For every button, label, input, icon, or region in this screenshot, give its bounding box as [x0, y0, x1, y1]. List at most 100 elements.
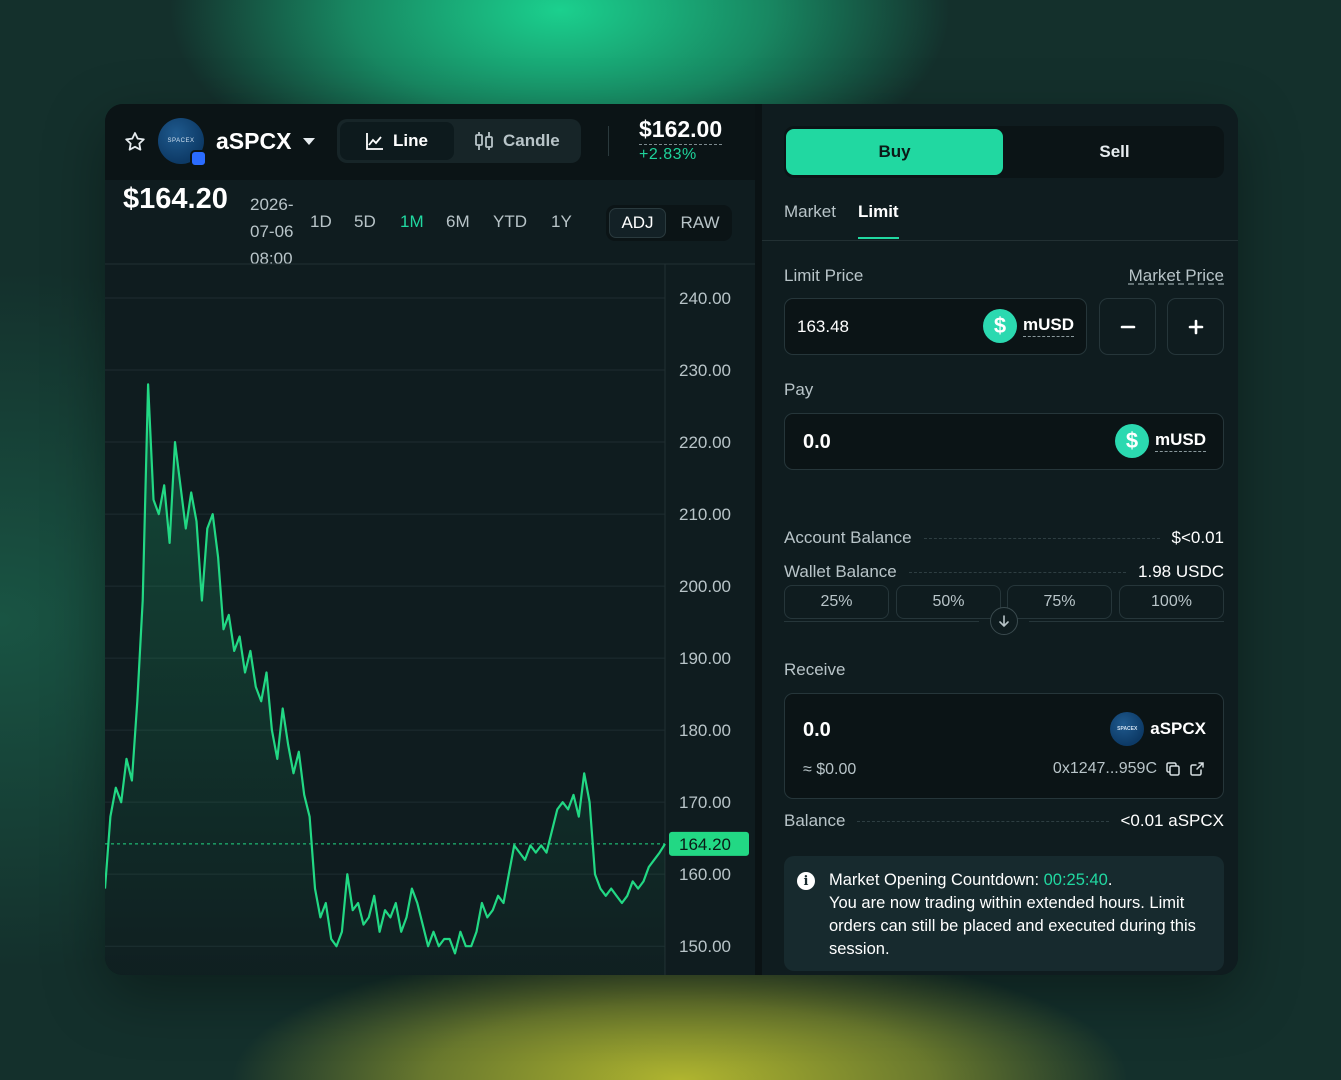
tabs-divider — [762, 240, 1238, 241]
asset-header: SPACEX aSPCX Line Candle $162.00 +2.83% — [105, 104, 755, 180]
swap-divider-right — [1029, 621, 1224, 622]
candle-tab-label: Candle — [503, 131, 560, 150]
y-tick-label: 210.00 — [679, 505, 731, 524]
pay-token[interactable]: $ mUSD — [1114, 424, 1206, 458]
y-tick-label: 160.00 — [679, 865, 731, 884]
limit-token[interactable]: $ mUSD — [982, 309, 1074, 343]
adj-raw-toggle: ADJ RAW — [606, 205, 732, 241]
notice-suffix: . — [1107, 871, 1113, 889]
chevron-down-icon[interactable] — [303, 138, 315, 145]
buy-button[interactable]: Buy — [786, 129, 1003, 175]
chart-panel: SPACEX aSPCX Line Candle $162.00 +2.83% … — [105, 104, 755, 975]
minus-icon — [1120, 325, 1135, 328]
pct-50-button[interactable]: 50% — [896, 585, 1001, 619]
asset-ticker[interactable]: aSPCX — [216, 128, 291, 155]
range-6m[interactable]: 6M — [446, 212, 493, 232]
y-tick-label: 220.00 — [679, 433, 731, 452]
candle-tab[interactable]: Candle — [459, 122, 577, 160]
price-area — [105, 384, 665, 975]
receive-value: 0.0 — [803, 719, 831, 741]
price-chart-svg: 240.00 230.00 220.00 210.00 200.00 190.00 180.… — [105, 263, 755, 975]
receive-token[interactable]: SPACEX aSPCX — [1110, 712, 1206, 746]
account-balance-row: Account Balance $<0.01 — [784, 528, 1224, 548]
account-balance-value: $<0.01 — [1171, 528, 1224, 547]
balance-label: Balance — [784, 811, 846, 830]
range-1y[interactable]: 1Y — [551, 212, 581, 232]
notice-prefix: Market Opening Countdown: — [829, 871, 1044, 889]
raw-button[interactable]: RAW — [672, 208, 728, 238]
aspcx-logo-icon: SPACEX — [1110, 712, 1145, 746]
limit-price-input[interactable]: 163.48 $ mUSD — [784, 298, 1087, 355]
header-change: +2.83% — [639, 146, 697, 163]
chart-timestamp: 2026-07-06 08:00 — [250, 195, 294, 268]
token-address-value: 0x1247...959C — [1052, 760, 1157, 777]
swap-direction-button[interactable] — [990, 607, 1018, 635]
line-tab[interactable]: Line — [340, 122, 454, 160]
tab-limit[interactable]: Limit — [857, 202, 899, 239]
decrease-button[interactable] — [1099, 298, 1156, 355]
line-chart-icon — [366, 133, 383, 150]
market-price-link[interactable]: Market Price — [1129, 266, 1224, 286]
wallet-balance-value: 1.98 USDC — [1138, 562, 1224, 581]
receive-token-label: aSPCX — [1150, 719, 1206, 738]
limit-price-value: 163.48 — [797, 317, 849, 336]
account-balance-label: Account Balance — [784, 528, 912, 547]
wallet-balance-row: Wallet Balance 1.98 USDC — [784, 562, 1224, 582]
logo-text: SPACEX — [167, 138, 195, 144]
pay-input[interactable]: 0.0 $ mUSD — [784, 413, 1224, 470]
pct-25-button[interactable]: 25% — [784, 585, 889, 619]
sell-button[interactable]: Sell — [1007, 129, 1222, 175]
arrow-down-icon — [999, 615, 1009, 628]
range-5d[interactable]: 5D — [354, 212, 400, 232]
countdown-timer: 00:25:40 — [1043, 871, 1108, 889]
tab-market[interactable]: Market — [784, 202, 836, 239]
increase-button[interactable] — [1167, 298, 1224, 355]
y-tick-label: 200.00 — [679, 577, 731, 596]
range-1d[interactable]: 1D — [310, 212, 354, 232]
limit-price-label: Limit Price — [784, 266, 864, 285]
range-selector: 1D 5D 1M 6M YTD 1Y — [310, 212, 581, 232]
current-price-tag-label: 164.20 — [679, 835, 731, 854]
wallet-balance-label: Wallet Balance — [784, 562, 897, 581]
leader-dots — [923, 537, 1160, 539]
pay-token-label: mUSD — [1154, 430, 1206, 452]
y-tick-label: 150.00 — [679, 937, 731, 956]
copy-icon[interactable] — [1165, 761, 1181, 777]
leader-dots — [857, 820, 1109, 822]
dollar-icon: $ — [1114, 424, 1149, 458]
swap-divider-left — [784, 621, 979, 622]
notice-body: You are now trading within extended hour… — [829, 894, 1196, 958]
balance-row: Balance <0.01 aSPCX — [784, 811, 1224, 831]
price-chart[interactable]: 240.00 230.00 220.00 210.00 200.00 190.00 180.… — [105, 262, 755, 975]
pct-100-button[interactable]: 100% — [1119, 585, 1224, 619]
y-tick-label: 180.00 — [679, 721, 731, 740]
limit-token-label: mUSD — [1022, 315, 1074, 337]
star-icon[interactable] — [123, 130, 147, 154]
candlestick-icon — [475, 132, 493, 150]
y-tick-label: 170.00 — [679, 793, 731, 812]
range-ytd[interactable]: YTD — [493, 212, 551, 232]
y-tick-label: 190.00 — [679, 649, 731, 668]
y-axis: 240.00 230.00 220.00 210.00 200.00 190.00 180.… — [679, 289, 731, 956]
y-tick-label: 230.00 — [679, 361, 731, 380]
info-icon: i — [797, 872, 815, 890]
chart-price: $164.20 — [123, 183, 228, 215]
dollar-icon: $ — [982, 309, 1017, 343]
external-link-icon[interactable] — [1189, 761, 1205, 777]
order-panel: Buy Sell Market Limit Limit Price Market… — [762, 104, 1238, 975]
receive-output: 0.0 SPACEX aSPCX ≈ $0.00 0x1247...959C — [784, 693, 1224, 799]
token-address: 0x1247...959C — [1053, 760, 1205, 778]
pay-value: 0.0 — [803, 431, 831, 453]
current-price-tag: 164.20 — [669, 831, 749, 856]
range-1m[interactable]: 1M — [400, 212, 446, 232]
plus-icon — [1188, 319, 1203, 334]
notice-text: Market Opening Countdown: 00:25:40. You … — [829, 869, 1219, 961]
adj-button[interactable]: ADJ — [609, 208, 666, 238]
market-notice: i Market Opening Countdown: 00:25:40. Yo… — [784, 856, 1224, 971]
y-tick-label: 240.00 — [679, 289, 731, 308]
balance-value: <0.01 aSPCX — [1120, 811, 1225, 830]
pct-75-button[interactable]: 75% — [1007, 585, 1112, 619]
header-price: $162.00 — [639, 116, 723, 145]
line-tab-label: Line — [393, 131, 428, 150]
header-divider — [608, 126, 609, 156]
